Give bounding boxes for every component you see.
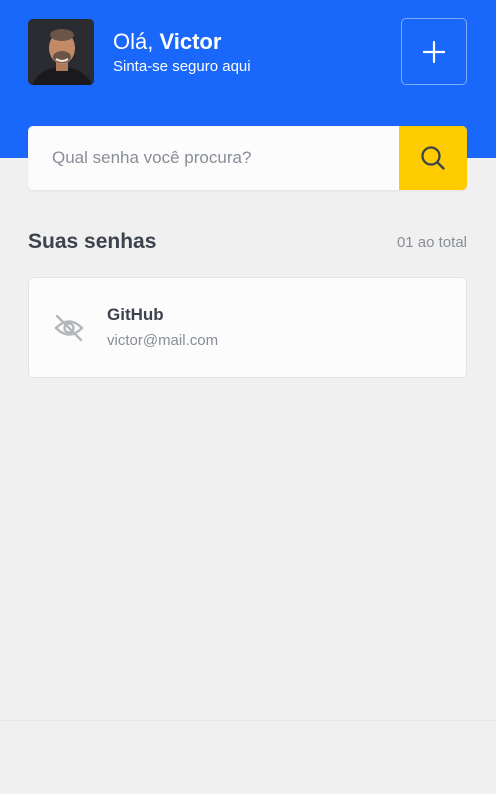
add-password-button[interactable] <box>401 18 467 85</box>
password-title: GitHub <box>107 305 164 324</box>
greeting-prefix: Olá, <box>113 29 160 54</box>
search-icon <box>421 146 445 170</box>
user-avatar-photo <box>28 19 94 85</box>
bottom-bar <box>0 720 496 794</box>
user-name: Victor <box>159 29 222 54</box>
section-title: Suas senhas <box>28 230 157 253</box>
password-count: 01 ao total <box>396 234 467 251</box>
search-button[interactable] <box>399 126 467 190</box>
search-bar <box>28 126 467 190</box>
password-email: victor@mail.com <box>107 332 219 349</box>
search-input[interactable] <box>28 126 399 190</box>
password-card[interactable]: GitHub victor@mail.com <box>28 277 467 378</box>
avatar[interactable] <box>28 19 94 85</box>
greeting-block: Olá, Victor Sinta-se seguro aqui <box>113 29 251 76</box>
greeting: Olá, Victor <box>113 29 251 55</box>
greeting-subtitle: Sinta-se seguro aqui <box>113 58 251 75</box>
plus-icon <box>423 40 445 63</box>
eye-off-icon[interactable] <box>49 304 89 352</box>
